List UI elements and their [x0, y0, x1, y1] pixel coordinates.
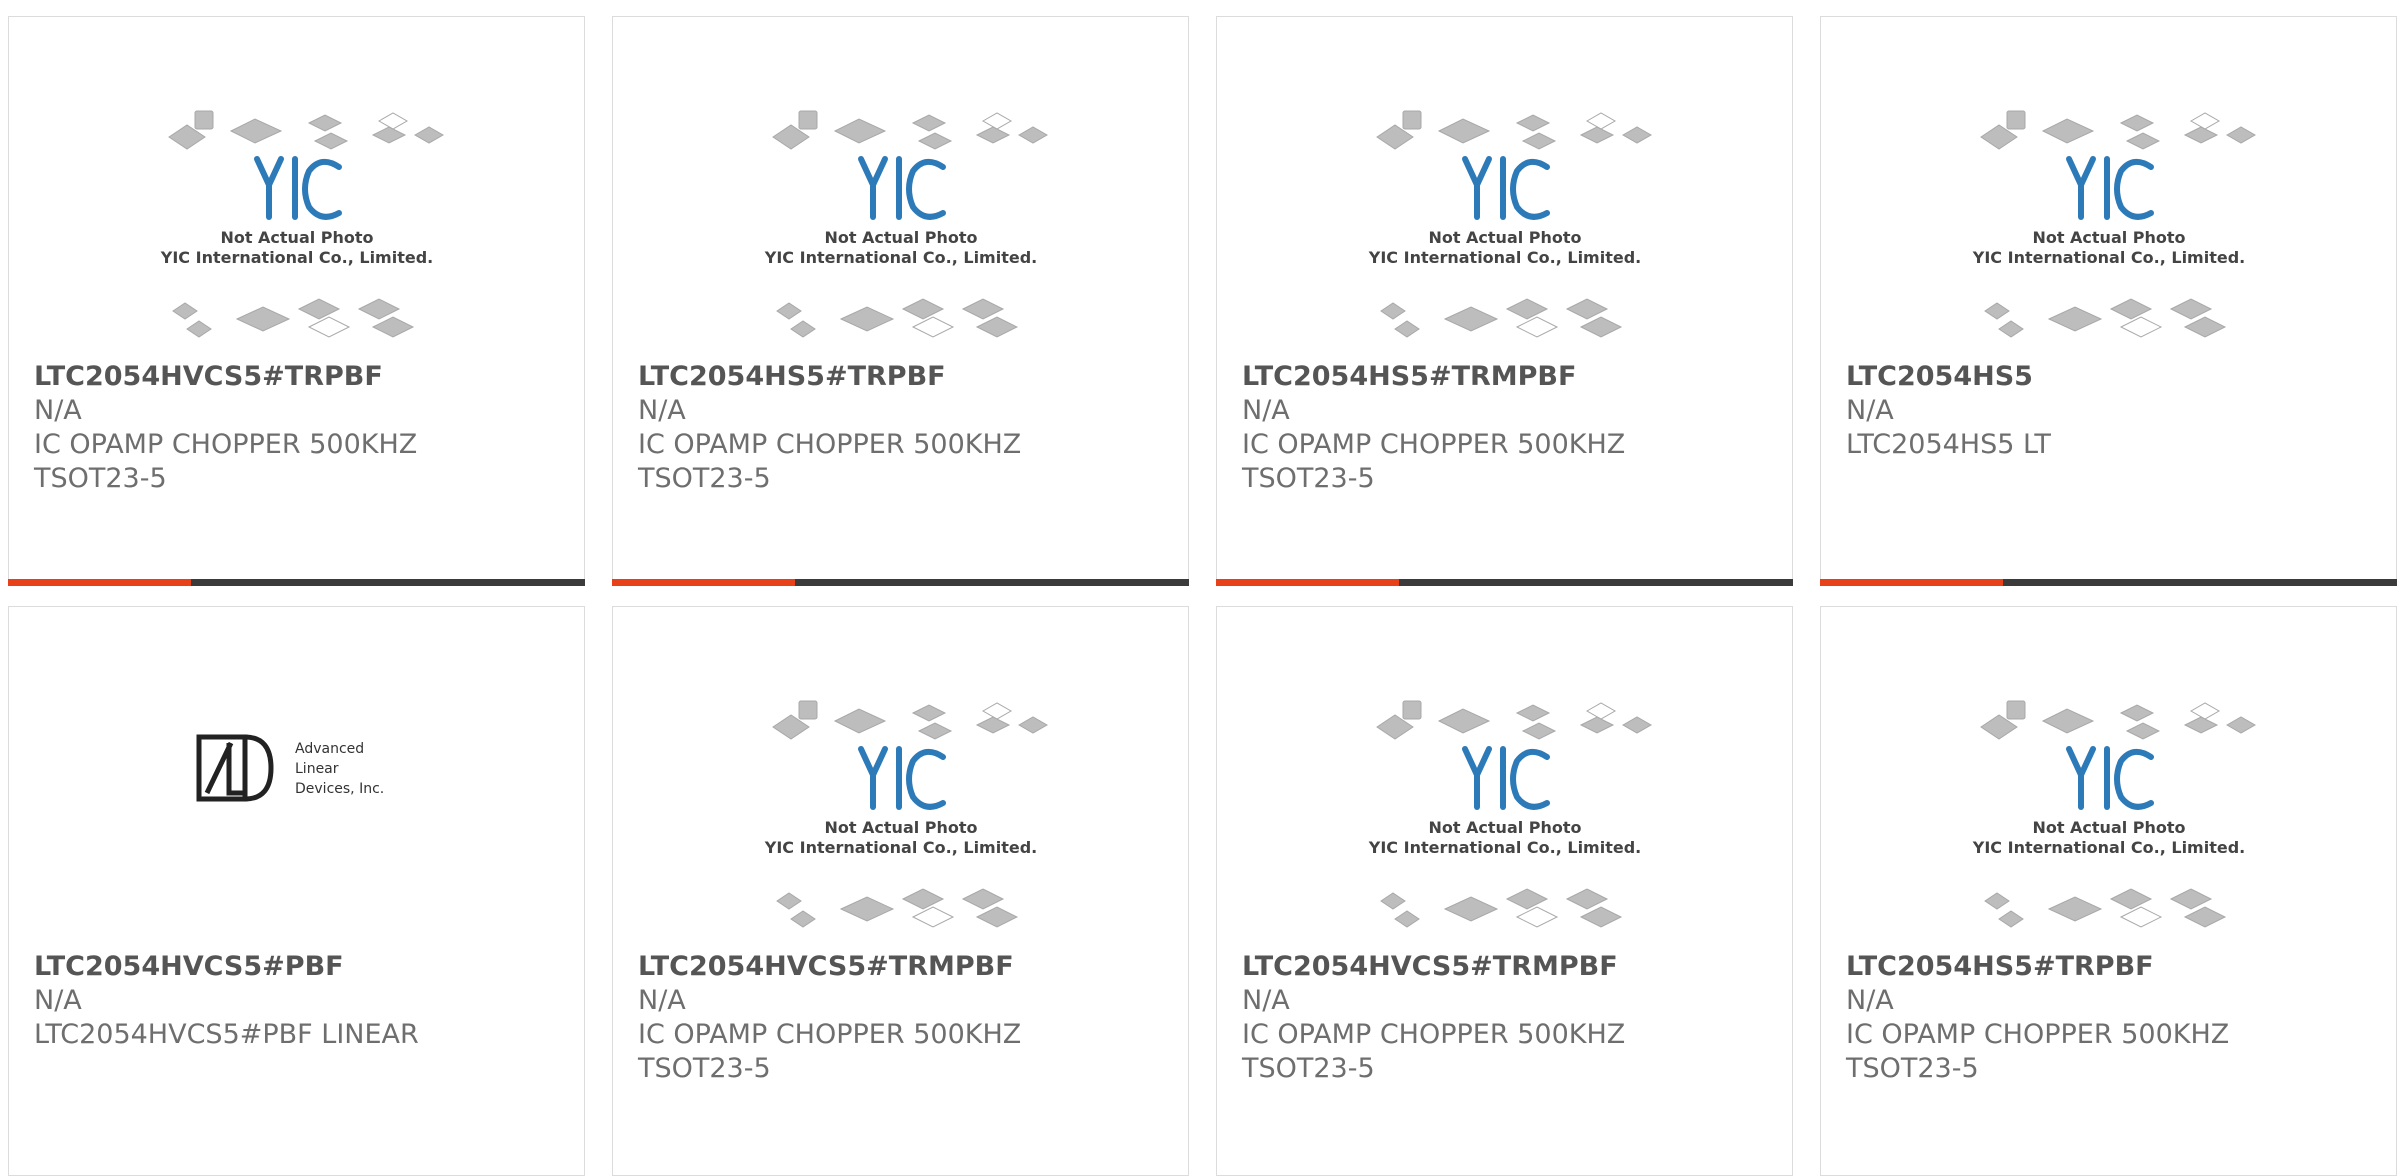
svg-text:Not Actual Photo: Not Actual Photo: [1428, 818, 1581, 837]
svg-text:Not Actual Photo: Not Actual Photo: [2032, 818, 2185, 837]
svg-text:Not Actual Photo: Not Actual Photo: [1428, 228, 1581, 247]
product-card[interactable]: Not Actual Photo YIC International Co., …: [1216, 606, 1793, 1176]
product-card[interactable]: Not Actual Photo YIC International Co., …: [1820, 606, 2397, 1176]
placeholder-photo: Not Actual Photo YIC International Co., …: [1368, 700, 1653, 928]
svg-text:Not Actual Photo: Not Actual Photo: [220, 228, 373, 247]
placeholder-photo: Not Actual Photo YIC International Co., …: [1972, 110, 2257, 338]
part-number[interactable]: LTC2054HVCS5#PBF: [34, 951, 344, 982]
part-number[interactable]: LTC2054HS5#TRMPBF: [1242, 361, 1576, 392]
part-description: IC OPAMP CHOPPER 500KHZ: [1242, 1019, 1626, 1050]
part-number[interactable]: LTC2054HS5: [1846, 361, 2033, 392]
part-description: LTC2054HS5 LT: [1846, 429, 2051, 460]
product-card[interactable]: Not Actual Photo YIC International Co., …: [612, 606, 1189, 1176]
card-accent-bar: [1820, 579, 2397, 586]
product-image[interactable]: Not Actual Photo YIC International Co., …: [613, 687, 1188, 957]
part-description: IC OPAMP CHOPPER 500KHZ: [1242, 429, 1626, 460]
svg-text:YIC International Co., Limited: YIC International Co., Limited.: [1368, 248, 1641, 267]
part-number[interactable]: LTC2054HS5#TRPBF: [1846, 951, 2154, 982]
product-card[interactable]: Not Actual Photo YIC International Co., …: [1216, 16, 1793, 586]
placeholder-photo: Not Actual Photo YIC International Co., …: [160, 110, 445, 338]
svg-text:YIC International Co., Limited: YIC International Co., Limited.: [1368, 838, 1641, 857]
part-status: N/A: [1846, 395, 1894, 426]
part-description: IC OPAMP CHOPPER 500KHZ: [34, 429, 418, 460]
svg-text:YIC International Co., Limited: YIC International Co., Limited.: [160, 248, 433, 267]
part-status: N/A: [638, 985, 686, 1016]
placeholder-photo: Not Actual Photo YIC International Co., …: [764, 110, 1049, 338]
part-status: N/A: [638, 395, 686, 426]
part-status: N/A: [1846, 985, 1894, 1016]
product-card[interactable]: Not Actual Photo YIC International Co., …: [1820, 16, 2397, 586]
product-image[interactable]: Not Actual Photo YIC International Co., …: [1821, 97, 2396, 367]
svg-text:YIC International Co., Limited: YIC International Co., Limited.: [1972, 248, 2245, 267]
part-number[interactable]: LTC2054HVCS5#TRPBF: [34, 361, 383, 392]
part-status: N/A: [1242, 395, 1290, 426]
svg-text:Not Actual Photo: Not Actual Photo: [2032, 228, 2185, 247]
part-package: TSOT23-5: [1242, 463, 1375, 494]
part-description: LTC2054HVCS5#PBF LINEAR: [34, 1019, 419, 1050]
product-image[interactable]: Not Actual Photo YIC International Co., …: [1217, 687, 1792, 957]
svg-text:Linear: Linear: [295, 761, 339, 777]
part-package: TSOT23-5: [1242, 1053, 1375, 1084]
placeholder-photo: Not Actual Photo YIC International Co., …: [764, 700, 1049, 928]
product-image[interactable]: Not Actual Photo YIC International Co., …: [1821, 687, 2396, 957]
part-status: N/A: [34, 395, 82, 426]
placeholder-photo: Not Actual Photo YIC International Co., …: [1972, 700, 2257, 928]
svg-text:YIC International Co., Limited: YIC International Co., Limited.: [764, 838, 1037, 857]
product-card[interactable]: Not Actual Photo YIC International Co., …: [612, 16, 1189, 586]
svg-text:Not Actual Photo: Not Actual Photo: [824, 818, 977, 837]
part-package: TSOT23-5: [638, 1053, 771, 1084]
part-package: TSOT23-5: [1846, 1053, 1979, 1084]
svg-text:YIC International Co., Limited: YIC International Co., Limited.: [1972, 838, 2245, 857]
product-image[interactable]: Not Actual Photo YIC International Co., …: [9, 97, 584, 367]
svg-text:YIC International Co., Limited: YIC International Co., Limited.: [764, 248, 1037, 267]
part-number[interactable]: LTC2054HVCS5#TRMPBF: [638, 951, 1014, 982]
part-package: TSOT23-5: [638, 463, 771, 494]
card-accent-bar: [8, 579, 585, 586]
part-description: IC OPAMP CHOPPER 500KHZ: [1846, 1019, 2230, 1050]
svg-text:Advanced: Advanced: [295, 741, 364, 757]
adi-logo: Advanced Linear Devices, Inc.: [196, 734, 384, 802]
part-description: IC OPAMP CHOPPER 500KHZ: [638, 429, 1022, 460]
part-number[interactable]: LTC2054HS5#TRPBF: [638, 361, 946, 392]
part-status: N/A: [34, 985, 82, 1016]
part-status: N/A: [1242, 985, 1290, 1016]
part-package: TSOT23-5: [34, 463, 167, 494]
svg-text:Devices, Inc.: Devices, Inc.: [295, 781, 384, 797]
part-number[interactable]: LTC2054HVCS5#TRMPBF: [1242, 951, 1618, 982]
part-description: IC OPAMP CHOPPER 500KHZ: [638, 1019, 1022, 1050]
card-accent-bar: [612, 579, 1189, 586]
placeholder-photo: Not Actual Photo YIC International Co., …: [1368, 110, 1653, 338]
product-image[interactable]: Advanced Linear Devices, Inc.: [9, 687, 584, 957]
product-image[interactable]: Not Actual Photo YIC International Co., …: [1217, 97, 1792, 367]
svg-text:Not Actual Photo: Not Actual Photo: [824, 228, 977, 247]
product-image[interactable]: Not Actual Photo YIC International Co., …: [613, 97, 1188, 367]
product-card[interactable]: Not Actual Photo YIC International Co., …: [8, 16, 585, 586]
product-card[interactable]: Advanced Linear Devices, Inc. LTC2054HVC…: [8, 606, 585, 1176]
card-accent-bar: [1216, 579, 1793, 586]
